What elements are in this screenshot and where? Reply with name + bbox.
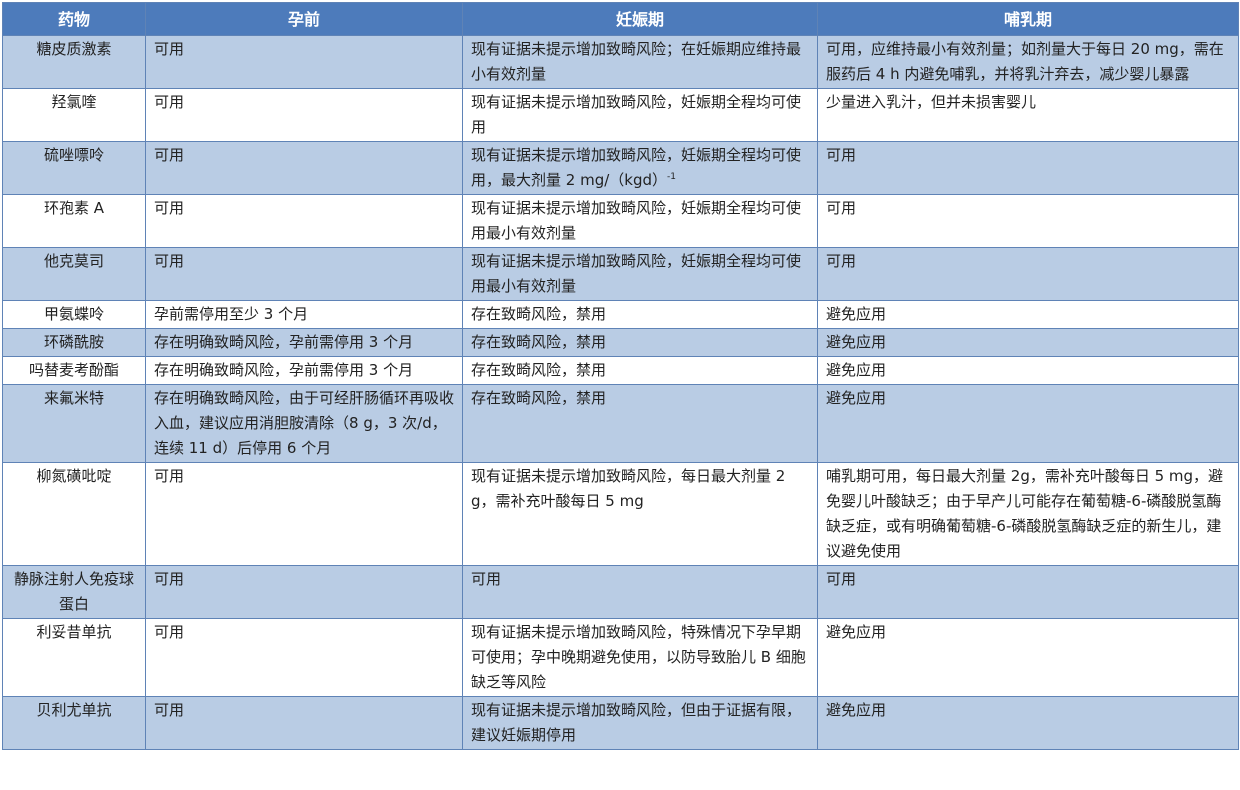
cell-drug: 来氟米特 xyxy=(2,384,146,463)
cell-pregnancy: 现有证据未提示增加致畸风险，妊娠期全程均可使用，最大剂量 2 mg/（kgd）-… xyxy=(462,141,818,195)
cell-pregnancy: 现有证据未提示增加致畸风险，每日最大剂量 2g，需补充叶酸每日 5 mg xyxy=(462,462,818,566)
header-drug: 药物 xyxy=(2,2,146,36)
cell-lactation: 可用 xyxy=(817,565,1239,619)
table-row: 利妥昔单抗 可用 现有证据未提示增加致畸风险，特殊情况下孕早期可使用；孕中晚期避… xyxy=(2,618,1239,697)
cell-lactation: 避免应用 xyxy=(817,356,1239,385)
table-row: 柳氮磺吡啶 可用 现有证据未提示增加致畸风险，每日最大剂量 2g，需补充叶酸每日… xyxy=(2,462,1239,566)
table-row: 贝利尤单抗 可用 现有证据未提示增加致畸风险，但由于证据有限，建议妊娠期停用 避… xyxy=(2,696,1239,750)
table-row: 吗替麦考酚酯 存在明确致畸风险，孕前需停用 3 个月 存在致畸风险，禁用 避免应… xyxy=(2,356,1239,385)
cell-lactation: 可用 xyxy=(817,247,1239,301)
cell-pre-pregnancy: 可用 xyxy=(145,696,463,750)
table-row: 环孢素 A 可用 现有证据未提示增加致畸风险，妊娠期全程均可使用最小有效剂量 可… xyxy=(2,194,1239,248)
table-row: 硫唑嘌呤 可用 现有证据未提示增加致畸风险，妊娠期全程均可使用，最大剂量 2 m… xyxy=(2,141,1239,195)
cell-pregnancy: 存在致畸风险，禁用 xyxy=(462,356,818,385)
cell-lactation: 避免应用 xyxy=(817,300,1239,329)
cell-pre-pregnancy: 存在明确致畸风险，孕前需停用 3 个月 xyxy=(145,328,463,357)
cell-pregnancy: 存在致畸风险，禁用 xyxy=(462,384,818,463)
cell-drug: 甲氨蝶呤 xyxy=(2,300,146,329)
table-row: 来氟米特 存在明确致畸风险，由于可经肝肠循环再吸收入血，建议应用消胆胺清除（8 … xyxy=(2,384,1239,463)
table-row: 糖皮质激素 可用 现有证据未提示增加致畸风险；在妊娠期应维持最小有效剂量 可用，… xyxy=(2,35,1239,89)
table-row: 他克莫司 可用 现有证据未提示增加致畸风险，妊娠期全程均可使用最小有效剂量 可用 xyxy=(2,247,1239,301)
cell-lactation: 避免应用 xyxy=(817,618,1239,697)
table-row: 甲氨蝶呤 孕前需停用至少 3 个月 存在致畸风险，禁用 避免应用 xyxy=(2,300,1239,329)
cell-drug: 柳氮磺吡啶 xyxy=(2,462,146,566)
cell-pre-pregnancy: 可用 xyxy=(145,35,463,89)
drug-pregnancy-table: 药物 孕前 妊娠期 哺乳期 糖皮质激素 可用 现有证据未提示增加致畸风险；在妊娠… xyxy=(2,2,1239,750)
cell-drug: 吗替麦考酚酯 xyxy=(2,356,146,385)
drug-table-container: 药物 孕前 妊娠期 哺乳期 糖皮质激素 可用 现有证据未提示增加致畸风险；在妊娠… xyxy=(2,2,1239,750)
cell-pregnancy: 现有证据未提示增加致畸风险，特殊情况下孕早期可使用；孕中晚期避免使用，以防导致胎… xyxy=(462,618,818,697)
cell-lactation: 可用 xyxy=(817,141,1239,195)
cell-pregnancy: 可用 xyxy=(462,565,818,619)
cell-pregnancy: 现有证据未提示增加致畸风险，妊娠期全程均可使用最小有效剂量 xyxy=(462,194,818,248)
cell-pregnancy: 现有证据未提示增加致畸风险；在妊娠期应维持最小有效剂量 xyxy=(462,35,818,89)
cell-drug: 环孢素 A xyxy=(2,194,146,248)
cell-pre-pregnancy: 可用 xyxy=(145,88,463,142)
cell-lactation: 哺乳期可用，每日最大剂量 2g，需补充叶酸每日 5 mg，避免婴儿叶酸缺乏；由于… xyxy=(817,462,1239,566)
table-row: 静脉注射人免疫球蛋白 可用 可用 可用 xyxy=(2,565,1239,619)
cell-drug: 环磷酰胺 xyxy=(2,328,146,357)
cell-pregnancy: 现有证据未提示增加致畸风险，妊娠期全程均可使用最小有效剂量 xyxy=(462,247,818,301)
cell-pre-pregnancy: 可用 xyxy=(145,565,463,619)
cell-lactation: 避免应用 xyxy=(817,328,1239,357)
cell-pregnancy: 现有证据未提示增加致畸风险，妊娠期全程均可使用 xyxy=(462,88,818,142)
cell-drug: 静脉注射人免疫球蛋白 xyxy=(2,565,146,619)
cell-lactation: 可用 xyxy=(817,194,1239,248)
cell-pre-pregnancy: 可用 xyxy=(145,618,463,697)
cell-lactation: 避免应用 xyxy=(817,696,1239,750)
cell-pre-pregnancy: 可用 xyxy=(145,247,463,301)
table-row: 环磷酰胺 存在明确致畸风险，孕前需停用 3 个月 存在致畸风险，禁用 避免应用 xyxy=(2,328,1239,357)
cell-pre-pregnancy: 存在明确致畸风险，孕前需停用 3 个月 xyxy=(145,356,463,385)
cell-pregnancy: 存在致畸风险，禁用 xyxy=(462,300,818,329)
cell-pregnancy: 现有证据未提示增加致畸风险，但由于证据有限，建议妊娠期停用 xyxy=(462,696,818,750)
cell-lactation: 避免应用 xyxy=(817,384,1239,463)
cell-drug: 糖皮质激素 xyxy=(2,35,146,89)
cell-pre-pregnancy: 存在明确致畸风险，由于可经肝肠循环再吸收入血，建议应用消胆胺清除（8 g，3 次… xyxy=(145,384,463,463)
cell-pre-pregnancy: 可用 xyxy=(145,194,463,248)
cell-pre-pregnancy: 可用 xyxy=(145,141,463,195)
header-pre-pregnancy: 孕前 xyxy=(145,2,463,36)
header-lactation: 哺乳期 xyxy=(817,2,1239,36)
cell-pre-pregnancy: 孕前需停用至少 3 个月 xyxy=(145,300,463,329)
cell-lactation: 少量进入乳汁，但并未损害婴儿 xyxy=(817,88,1239,142)
cell-drug: 贝利尤单抗 xyxy=(2,696,146,750)
table-row: 羟氯喹 可用 现有证据未提示增加致畸风险，妊娠期全程均可使用 少量进入乳汁，但并… xyxy=(2,88,1239,142)
cell-lactation: 可用，应维持最小有效剂量；如剂量大于每日 20 mg，需在服药后 4 h 内避免… xyxy=(817,35,1239,89)
cell-pre-pregnancy: 可用 xyxy=(145,462,463,566)
table-header-row: 药物 孕前 妊娠期 哺乳期 xyxy=(2,2,1239,36)
superscript: -1 xyxy=(667,172,676,182)
cell-drug: 羟氯喹 xyxy=(2,88,146,142)
cell-drug: 他克莫司 xyxy=(2,247,146,301)
cell-drug: 硫唑嘌呤 xyxy=(2,141,146,195)
cell-pregnancy-text: 现有证据未提示增加致畸风险，妊娠期全程均可使用，最大剂量 2 mg/（kgd） xyxy=(471,146,802,189)
cell-drug: 利妥昔单抗 xyxy=(2,618,146,697)
cell-pregnancy: 存在致畸风险，禁用 xyxy=(462,328,818,357)
header-pregnancy: 妊娠期 xyxy=(462,2,818,36)
